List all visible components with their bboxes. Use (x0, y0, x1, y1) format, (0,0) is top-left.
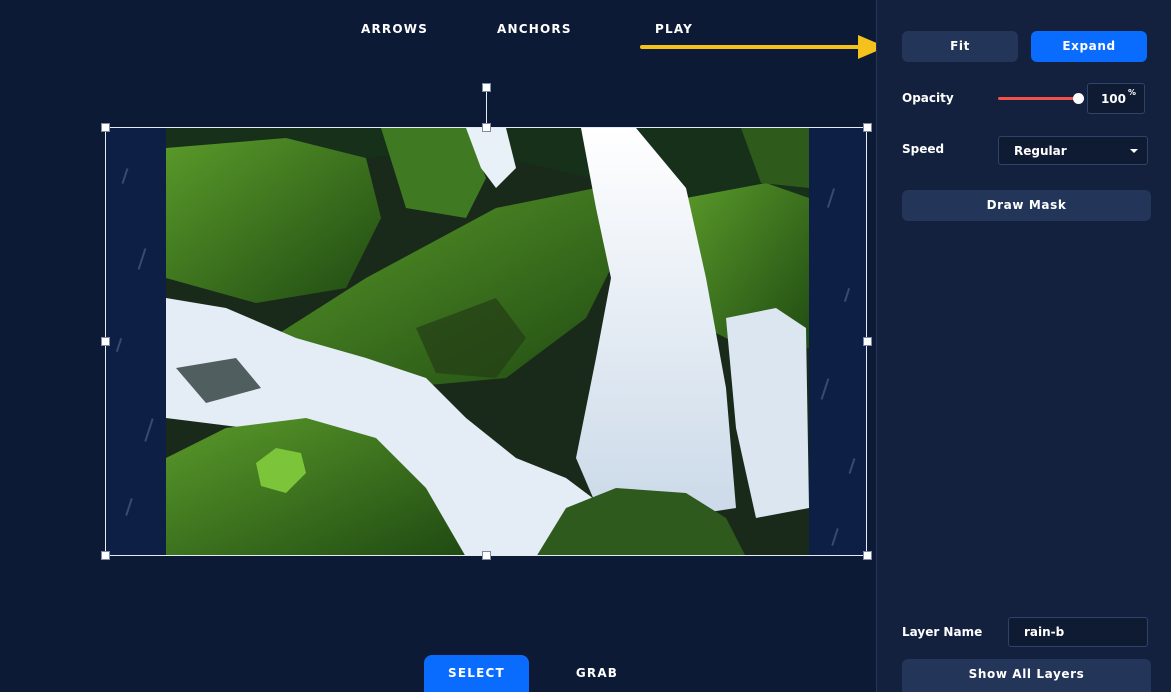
resize-handle-top[interactable] (482, 123, 491, 132)
rotate-stem (486, 91, 487, 127)
rain-streak (144, 418, 154, 442)
tab-anchors[interactable]: ANCHORS (497, 22, 572, 36)
speed-dropdown[interactable]: Regular (998, 136, 1148, 165)
show-all-layers-button[interactable]: Show All Layers (902, 659, 1151, 692)
rain-streak (826, 188, 836, 208)
rain-streak (115, 338, 123, 352)
caret-down-icon (1130, 149, 1138, 153)
app-window: ARROWS ANCHORS PLAY SELECT GRAB Fit Expa… (0, 0, 1171, 692)
resize-handle-bottom[interactable] (482, 551, 491, 560)
rotate-handle[interactable] (482, 83, 491, 92)
expand-button[interactable]: Expand (1031, 31, 1147, 62)
layer-bounding-box[interactable] (105, 127, 867, 556)
layer-name-label: Layer Name (902, 625, 983, 639)
canvas-area: ARROWS ANCHORS PLAY SELECT GRAB (0, 0, 886, 692)
opacity-unit: % (1127, 88, 1136, 97)
speed-selected-value: Regular (1014, 144, 1067, 158)
resize-handle-top-right[interactable] (863, 123, 872, 132)
rain-streak (121, 168, 129, 184)
opacity-label: Opacity (902, 91, 954, 105)
speed-label: Speed (902, 142, 945, 156)
rain-streak (137, 248, 147, 270)
fit-button[interactable]: Fit (902, 31, 1018, 62)
select-tool-button[interactable]: SELECT (424, 655, 529, 692)
rain-streak (831, 528, 839, 546)
resize-handle-bottom-left[interactable] (101, 551, 110, 560)
rain-streak (843, 288, 851, 302)
opacity-slider[interactable] (998, 93, 1084, 104)
opacity-slider-thumb[interactable] (1073, 93, 1084, 104)
resize-handle-left[interactable] (101, 337, 110, 346)
resize-handle-bottom-right[interactable] (863, 551, 872, 560)
waterfall-photo (166, 128, 809, 555)
draw-mask-button[interactable]: Draw Mask (902, 190, 1151, 221)
layer-name-input[interactable] (1008, 617, 1148, 647)
rain-streak (820, 378, 830, 400)
annotation-arrow-icon (640, 35, 886, 59)
resize-handle-right[interactable] (863, 337, 872, 346)
opacity-value: 100 (1100, 92, 1126, 106)
grab-tool-button[interactable]: GRAB (552, 655, 642, 692)
rain-streak (125, 498, 133, 516)
opacity-slider-fill (998, 97, 1078, 100)
rain-streak (848, 458, 856, 474)
tab-arrows[interactable]: ARROWS (361, 22, 428, 36)
properties-panel: Fit Expand Opacity 100 % Speed Regular D… (876, 0, 1171, 692)
resize-handle-top-left[interactable] (101, 123, 110, 132)
opacity-input[interactable]: 100 % (1087, 83, 1145, 114)
